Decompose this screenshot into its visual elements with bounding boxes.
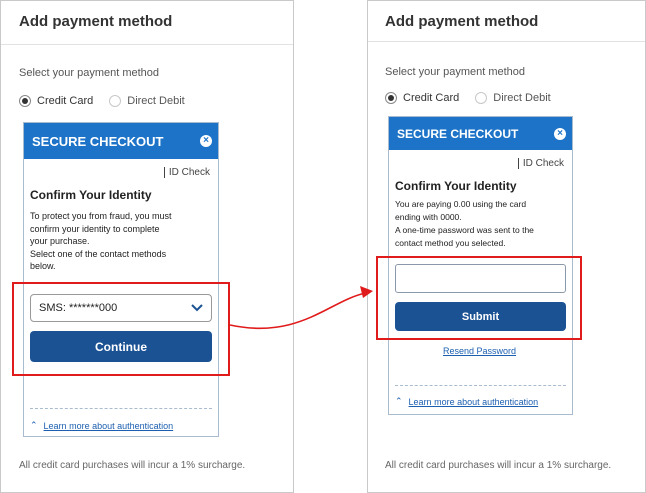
annotation-arrow-icon: [229, 286, 373, 330]
